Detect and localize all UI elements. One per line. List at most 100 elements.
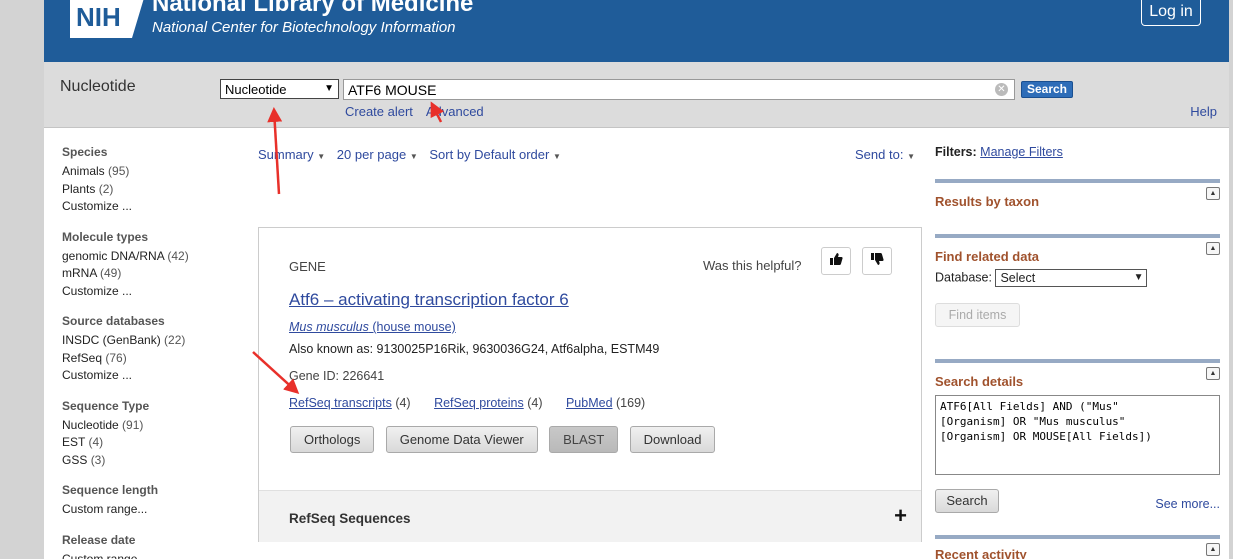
organism-latin: Mus musculus	[289, 320, 369, 334]
facet-item[interactable]: Custom range...	[62, 501, 222, 519]
per-page-dropdown[interactable]: 20 per page ▼	[337, 147, 418, 162]
facet-item-label: mRNA	[62, 266, 97, 280]
search-input[interactable]: ATF6 MOUSE ✕	[343, 79, 1015, 100]
search-input-value: ATF6 MOUSE	[348, 82, 437, 98]
thumbs-down-button[interactable]	[862, 247, 892, 275]
create-alert-link[interactable]: Create alert	[345, 104, 413, 119]
per-page-label: 20 per page	[336, 147, 407, 162]
search-button[interactable]: Search	[1021, 81, 1073, 98]
caret-down-icon: ▼	[317, 152, 326, 161]
caret-down-icon: ▼	[907, 152, 915, 161]
facet-item[interactable]: mRNA (49)	[62, 265, 222, 283]
related-database-select[interactable]: Select ▼	[995, 269, 1148, 287]
recent-activity-box: Recent activity ▲	[935, 535, 1220, 559]
advanced-link[interactable]: Advanced	[426, 104, 484, 119]
nih-logo[interactable]: NIH	[68, 0, 144, 38]
facet-item-count: (2)	[98, 181, 114, 196]
collapse-icon[interactable]: ▲	[1206, 187, 1220, 200]
find-items-button[interactable]: Find items	[935, 303, 1020, 327]
gene-links: RefSeq transcripts (4) RefSeq proteins (…	[289, 396, 665, 410]
facet-item-label: INSDC (GenBank)	[62, 333, 161, 347]
facet-group: Species Animals (95) Plants (2) Customize .…	[62, 145, 222, 216]
facet-item[interactable]: Custom range...	[62, 551, 222, 559]
facet-item-count: (22)	[164, 333, 186, 347]
facet-group: Molecule types genomic DNA/RNA (42) mRNA (…	[62, 230, 222, 301]
send-to-dropdown[interactable]: Send to: ▼	[855, 147, 915, 162]
facet-item[interactable]: Customize ...	[62, 283, 222, 301]
refseq-proteins-link[interactable]: RefSeq proteins	[434, 396, 524, 410]
pubmed-link[interactable]: PubMed	[566, 396, 613, 410]
summary-dropdown[interactable]: Summary ▼	[258, 147, 325, 162]
thumbs-up-button[interactable]	[821, 247, 851, 275]
facet-item[interactable]: Nucleotide (91)	[62, 417, 222, 435]
expand-plus-icon[interactable]: +	[894, 503, 907, 529]
facet-item[interactable]: Animals (95)	[62, 163, 222, 181]
collapse-icon[interactable]: ▲	[1206, 242, 1220, 255]
search-details-title: Search details	[935, 374, 1024, 389]
database-select-value: Nucleotide	[225, 82, 287, 97]
facet-item[interactable]: INSDC (GenBank) (22)	[62, 332, 222, 350]
collapse-icon[interactable]: ▲	[1206, 543, 1220, 556]
download-button[interactable]: Download	[629, 426, 716, 453]
facet-item[interactable]: Plants (2)	[62, 181, 222, 199]
blast-button[interactable]: BLAST	[549, 426, 619, 453]
card-category: GENE	[289, 259, 326, 274]
facet-item-count: (95)	[108, 164, 130, 178]
also-known-as: Also known as: 9130025P16Rik, 9630036G24…	[289, 342, 660, 356]
sort-label: Sort by Default order	[429, 147, 550, 162]
related-database-value: Select	[1000, 271, 1036, 285]
search-details-search-button[interactable]: Search	[935, 489, 999, 513]
facet-group: Release date Custom range...	[62, 533, 222, 559]
facet-item-label: Nucleotide	[62, 417, 119, 432]
database-row: Database: Select ▼	[935, 269, 1220, 287]
organism-link[interactable]: Mus musculus (house mouse)	[289, 320, 456, 334]
facet-item-label: RefSeq	[62, 350, 103, 365]
facet-title: Species	[62, 145, 108, 159]
search-details-textarea[interactable]: ATF6[All Fields] AND ("Mus" [Organism] O…	[935, 395, 1220, 475]
nih-logo-text: NIH	[76, 2, 121, 32]
facet-group: Sequence length Custom range...	[62, 483, 222, 519]
database-select[interactable]: Nucleotide ▼	[220, 79, 339, 99]
thumbs-up-icon	[830, 253, 843, 265]
gene-title-link[interactable]: Atf6 – activating transcription factor 6	[289, 290, 569, 310]
caret-down-icon: ▼	[552, 152, 561, 161]
caret-down-icon: ▼	[409, 152, 418, 161]
facet-item[interactable]: RefSeq (76)	[62, 350, 222, 368]
refseq-proteins-count: (4)	[527, 396, 543, 410]
orthologs-button[interactable]: Orthologs	[290, 426, 375, 453]
facet-item[interactable]: GSS (3)	[62, 452, 222, 470]
helpful-prompt: Was this helpful?	[703, 258, 802, 273]
facet-item-count: (49)	[100, 266, 122, 280]
facet-item[interactable]: Customize ...	[62, 367, 222, 385]
find-related-data-title: Find related data	[935, 249, 1040, 264]
gene-action-buttons: Orthologs Genome Data Viewer BLAST Downl…	[290, 426, 723, 453]
facet-item[interactable]: genomic DNA/RNA (42)	[62, 248, 222, 266]
see-more-link[interactable]: See more...	[1155, 497, 1220, 511]
sort-dropdown[interactable]: Sort by Default order ▼	[429, 147, 561, 162]
facet-item[interactable]: Customize ...	[62, 198, 222, 216]
facet-title: Release date	[62, 532, 136, 547]
genome-data-viewer-button[interactable]: Genome Data Viewer	[385, 426, 538, 453]
refseq-sequences-section[interactable]: RefSeq Sequences +	[259, 490, 921, 542]
results-toolbar: Summary ▼ 20 per page ▼ Sort by Default …	[258, 147, 569, 162]
refseq-sequences-label: RefSeq Sequences	[289, 511, 411, 526]
facet-item-count: (91)	[122, 417, 144, 432]
facet-title: Molecule types	[62, 229, 149, 244]
manage-filters-link[interactable]: Manage Filters	[980, 145, 1063, 159]
facet-item-label: Custom range...	[62, 502, 148, 516]
facet-item-label: Customize ...	[62, 368, 133, 382]
clear-icon[interactable]: ✕	[995, 83, 1008, 96]
facet-group: Sequence Type Nucleotide (91) EST (4) GSS (…	[62, 399, 222, 470]
help-link[interactable]: Help	[1190, 104, 1217, 119]
login-button[interactable]: Log in	[1141, 0, 1201, 26]
results-by-taxon-title[interactable]: Results by taxon	[935, 194, 1220, 209]
ncbi-header: NIH National Library of Medicine Nationa…	[44, 0, 1229, 62]
facet-item[interactable]: EST (4)	[62, 434, 222, 452]
collapse-icon[interactable]: ▲	[1206, 367, 1220, 380]
facet-item-label: GSS	[62, 452, 88, 467]
refseq-transcripts-link[interactable]: RefSeq transcripts	[289, 396, 392, 410]
facet-item-label: Custom range...	[62, 551, 148, 559]
ncbi-subtitle: National Center for Biotechnology Inform…	[152, 19, 456, 36]
database-label: Database:	[935, 270, 992, 285]
facet-item-label: genomic DNA/RNA	[62, 248, 165, 263]
